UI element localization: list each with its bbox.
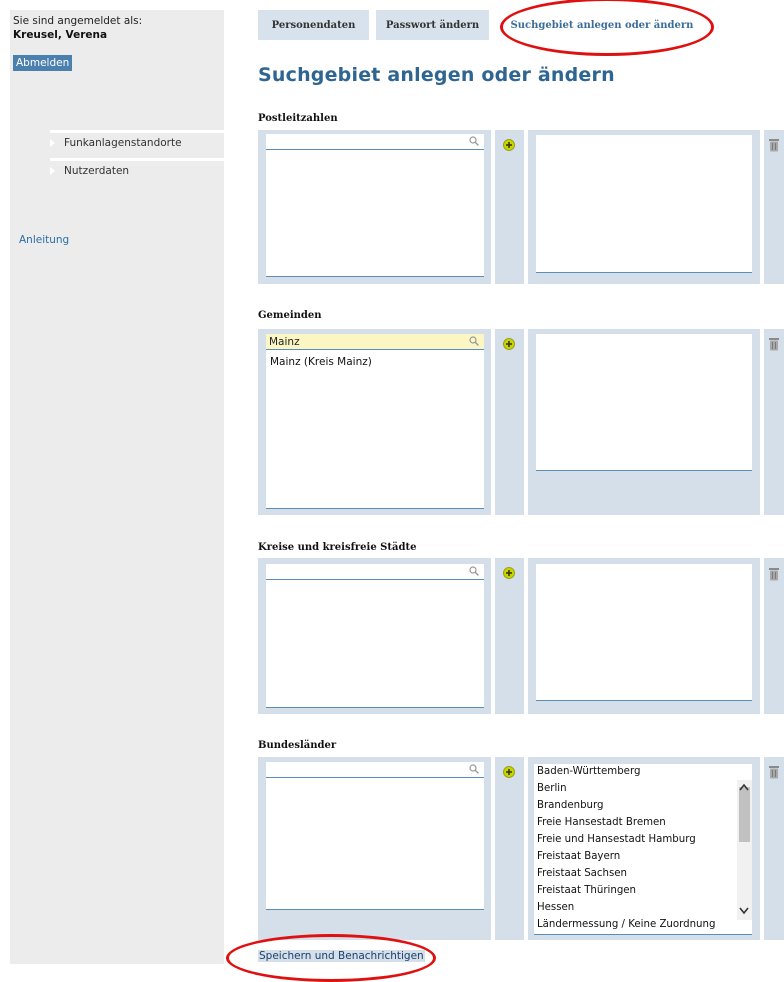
sidebar: Sie sind angemeldet als: Kreusel, Verena… bbox=[10, 10, 224, 964]
add-panel bbox=[495, 329, 524, 515]
section-title-postleitzahlen: Postleitzahlen bbox=[258, 113, 338, 124]
list-item[interactable]: Berlin bbox=[537, 783, 567, 794]
search-panel-postleitzahlen bbox=[258, 130, 491, 284]
divider bbox=[266, 707, 484, 708]
search-list-kreise[interactable] bbox=[266, 564, 484, 708]
tab-suchgebiet[interactable]: Suchgebiet anlegen oder ändern bbox=[496, 10, 708, 40]
page-title: Suchgebiet anlegen oder ändern bbox=[258, 64, 615, 86]
add-icon[interactable] bbox=[503, 139, 515, 151]
login-label: Sie sind angemeldet als: bbox=[13, 15, 143, 27]
trash-icon[interactable] bbox=[768, 337, 780, 351]
chevron-up-icon[interactable] bbox=[739, 783, 749, 791]
selected-list-postleitzahlen[interactable] bbox=[536, 135, 752, 273]
delete-panel bbox=[764, 757, 784, 940]
list-item[interactable]: Freistaat Sachsen bbox=[537, 868, 627, 879]
search-panel-kreise bbox=[258, 558, 491, 714]
search-icon bbox=[469, 764, 479, 774]
trash-icon[interactable] bbox=[768, 765, 780, 779]
list-item[interactable]: Freie Hansestadt Bremen bbox=[537, 817, 666, 828]
add-panel bbox=[495, 558, 524, 714]
selected-panel-bundeslaender: Baden-Württemberg Berlin Brandenburg Fre… bbox=[528, 757, 760, 940]
selected-panel-kreise bbox=[528, 558, 760, 714]
trash-icon[interactable] bbox=[768, 567, 780, 581]
selected-list-gemeinden[interactable] bbox=[536, 334, 752, 471]
delete-panel bbox=[764, 329, 784, 515]
tab-passwort-aendern[interactable]: Passwort ändern bbox=[376, 10, 489, 40]
search-input-bundeslaender[interactable] bbox=[266, 762, 484, 778]
tab-personendaten[interactable]: Personendaten bbox=[258, 10, 369, 40]
section-title-kreise: Kreise und kreisfreie Städte bbox=[258, 542, 417, 553]
trash-icon[interactable] bbox=[768, 138, 780, 152]
search-panel-bundeslaender bbox=[258, 757, 491, 940]
add-icon[interactable] bbox=[503, 766, 515, 778]
chevron-right-icon bbox=[50, 167, 55, 175]
help-link[interactable]: Anleitung bbox=[19, 234, 69, 246]
chevron-right-icon bbox=[50, 139, 55, 147]
search-panel-gemeinden: Mainz (Kreis Mainz) bbox=[258, 329, 491, 515]
list-item[interactable]: Freistaat Thüringen bbox=[537, 885, 636, 896]
divider bbox=[266, 508, 484, 509]
save-and-notify-button[interactable]: Speichern und Benachrichtigen bbox=[258, 950, 425, 962]
search-icon bbox=[469, 336, 479, 346]
suggestion-item[interactable]: Mainz (Kreis Mainz) bbox=[270, 356, 372, 368]
search-icon bbox=[469, 136, 479, 146]
section-title-bundeslaender: Bundesländer bbox=[258, 740, 337, 751]
scrollbar[interactable] bbox=[737, 780, 752, 920]
search-input-kreise[interactable] bbox=[266, 564, 484, 580]
sidebar-item-funkanlagenstandorte[interactable]: Funkanlagenstandorte bbox=[50, 130, 224, 155]
section-title-gemeinden: Gemeinden bbox=[258, 310, 322, 321]
divider bbox=[266, 909, 484, 910]
selected-list-kreise[interactable] bbox=[536, 564, 752, 701]
search-input-postleitzahlen[interactable] bbox=[266, 134, 484, 150]
delete-panel bbox=[764, 558, 784, 714]
sidebar-item-nutzerdaten[interactable]: Nutzerdaten bbox=[50, 158, 224, 183]
list-item[interactable]: Hessen bbox=[537, 902, 574, 913]
delete-panel bbox=[764, 130, 784, 284]
divider bbox=[266, 276, 484, 277]
add-panel bbox=[495, 757, 524, 940]
list-item[interactable]: Freistaat Bayern bbox=[537, 851, 620, 862]
list-item[interactable]: Baden-Württemberg bbox=[537, 766, 640, 777]
chevron-down-icon[interactable] bbox=[739, 907, 749, 915]
sidebar-item-label: Funkanlagenstandorte bbox=[64, 137, 182, 149]
list-item[interactable]: Ländermessung / Keine Zuordnung bbox=[537, 919, 715, 930]
add-icon[interactable] bbox=[503, 338, 515, 350]
logout-button[interactable]: Abmelden bbox=[13, 55, 73, 71]
search-list-gemeinden[interactable]: Mainz (Kreis Mainz) bbox=[266, 334, 484, 509]
search-list-bundeslaender[interactable] bbox=[266, 762, 484, 910]
search-input-gemeinden[interactable] bbox=[266, 334, 484, 350]
search-list-postleitzahlen[interactable] bbox=[266, 134, 484, 277]
selected-panel-gemeinden bbox=[528, 329, 760, 515]
list-item[interactable]: Brandenburg bbox=[537, 800, 603, 811]
list-item[interactable]: Freie und Hansestadt Hamburg bbox=[537, 834, 696, 845]
user-name: Kreusel, Verena bbox=[13, 29, 108, 41]
add-icon[interactable] bbox=[503, 567, 515, 579]
selected-list-bundeslaender[interactable]: Baden-Württemberg Berlin Brandenburg Fre… bbox=[534, 764, 752, 935]
add-panel bbox=[495, 130, 524, 284]
search-icon bbox=[469, 566, 479, 576]
scrollbar-thumb[interactable] bbox=[739, 787, 750, 842]
sidebar-item-label: Nutzerdaten bbox=[64, 165, 130, 177]
selected-panel-postleitzahlen bbox=[528, 130, 760, 284]
